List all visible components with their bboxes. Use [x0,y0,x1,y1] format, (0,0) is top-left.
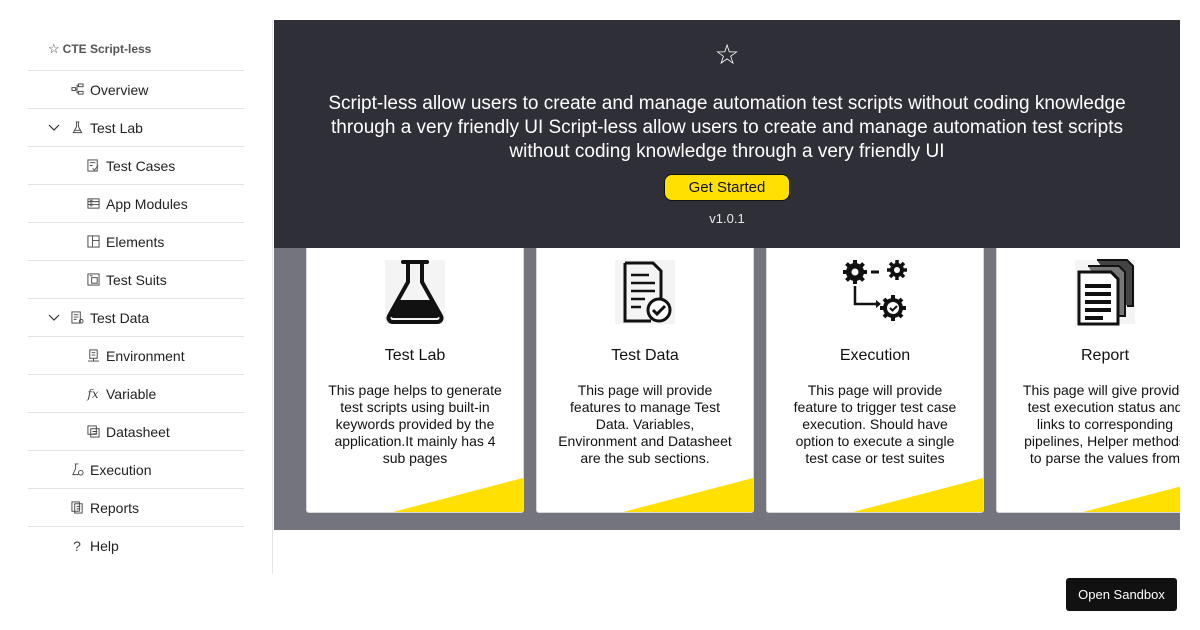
sidebar-item-reports[interactable]: Reports [28,489,244,527]
card-accent [393,478,523,512]
sidebar-divider [272,20,273,574]
gears-flow-icon [767,258,983,326]
card-description: This page helps to generate test scripts… [328,382,502,466]
sidebar: ☆ CTE Script-less Overview Test Lab Test… [28,28,244,565]
hero-banner: ☆ Script-less allow users to create and … [274,20,1180,248]
report-icon [70,501,84,515]
sidebar-item-label: Datasheet [106,423,170,440]
sidebar-item-help[interactable]: ? Help [28,527,244,565]
brand-label: CTE Script-less [62,42,152,56]
brand[interactable]: ☆ CTE Script-less [28,28,244,71]
sidebar-item-label: Test Data [90,309,150,326]
card-description: This page will give provide test executi… [1022,382,1180,466]
card-accent [1083,486,1180,512]
sidebar-item-label: Test Cases [106,157,176,174]
get-started-button[interactable]: Get Started [664,174,790,201]
sidebar-item-label: Execution [90,461,152,478]
sidebar-item-variable[interactable]: fx Variable [28,375,244,413]
function-icon: fx [87,386,99,401]
card-report[interactable]: Report This page will give provide test … [996,248,1180,513]
hero-description: Script-less allow users to create and ma… [328,93,1126,162]
star-icon: ☆ [48,41,60,56]
help-icon: ? [73,538,81,554]
card-title: Report [1080,347,1130,364]
card-description: This page will provide feature to trigge… [793,382,957,466]
flask-icon [307,258,523,326]
open-sandbox-button[interactable]: Open Sandbox [1066,578,1177,611]
sidebar-item-test-lab[interactable]: Test Lab [28,109,244,147]
sidebar-item-datasheet[interactable]: Datasheet [28,413,244,451]
sidebar-item-label: Help [90,538,119,554]
card-title: Execution [839,347,911,364]
sidebar-item-label: Overview [90,81,149,98]
layout-icon [86,235,100,249]
chevron-down-icon[interactable] [46,120,62,136]
document-check-icon [537,258,753,326]
sidebar-item-test-suits[interactable]: Test Suits [28,261,244,299]
version-label: v1.0.1 [709,211,745,226]
card-test-data[interactable]: Test Data This page will provide feature… [536,248,754,513]
star-icon: ☆ [714,39,740,70]
monitor-icon [86,349,100,363]
report-pages-icon [997,258,1180,326]
flask-icon [70,121,84,135]
flask-run-icon [70,463,84,477]
chevron-down-icon[interactable] [46,310,62,326]
card-test-lab[interactable]: Test Lab This page helps to generate tes… [306,248,524,513]
sidebar-item-label: Reports [90,499,140,516]
data-sheet-icon [70,311,84,325]
sidebar-item-label: Variable [106,385,157,402]
sidebar-item-test-data[interactable]: Test Data [28,299,244,337]
card-title: Test Lab [384,347,446,364]
card-accent [853,478,983,512]
card-accent [623,478,753,512]
card-title: Test Data [611,347,679,364]
sidebar-item-label: App Modules [106,195,188,212]
card-execution[interactable]: Execution This page will provide feature… [766,248,984,513]
sidebar-item-environment[interactable]: Environment [28,337,244,375]
sidebar-item-label: Test Suits [106,271,167,288]
sidebar-item-test-cases[interactable]: Test Cases [28,147,244,185]
suite-icon [86,273,100,287]
sidebar-item-label: Test Lab [90,119,143,136]
sidebar-item-app-modules[interactable]: App Modules [28,185,244,223]
sidebar-item-label: Environment [106,347,185,364]
feature-cards: Test Lab This page helps to generate tes… [274,248,1180,530]
sidebar-item-overview[interactable]: Overview [28,71,244,109]
checklist-icon [86,159,100,173]
sitemap-icon [70,83,84,97]
sidebar-item-execution[interactable]: Execution [28,451,244,489]
sidebar-item-elements[interactable]: Elements [28,223,244,261]
sidebar-item-label: Elements [106,233,165,250]
card-description: This page will provide features to manag… [558,382,732,466]
datasheet-icon [86,425,100,439]
modules-icon [86,197,100,211]
